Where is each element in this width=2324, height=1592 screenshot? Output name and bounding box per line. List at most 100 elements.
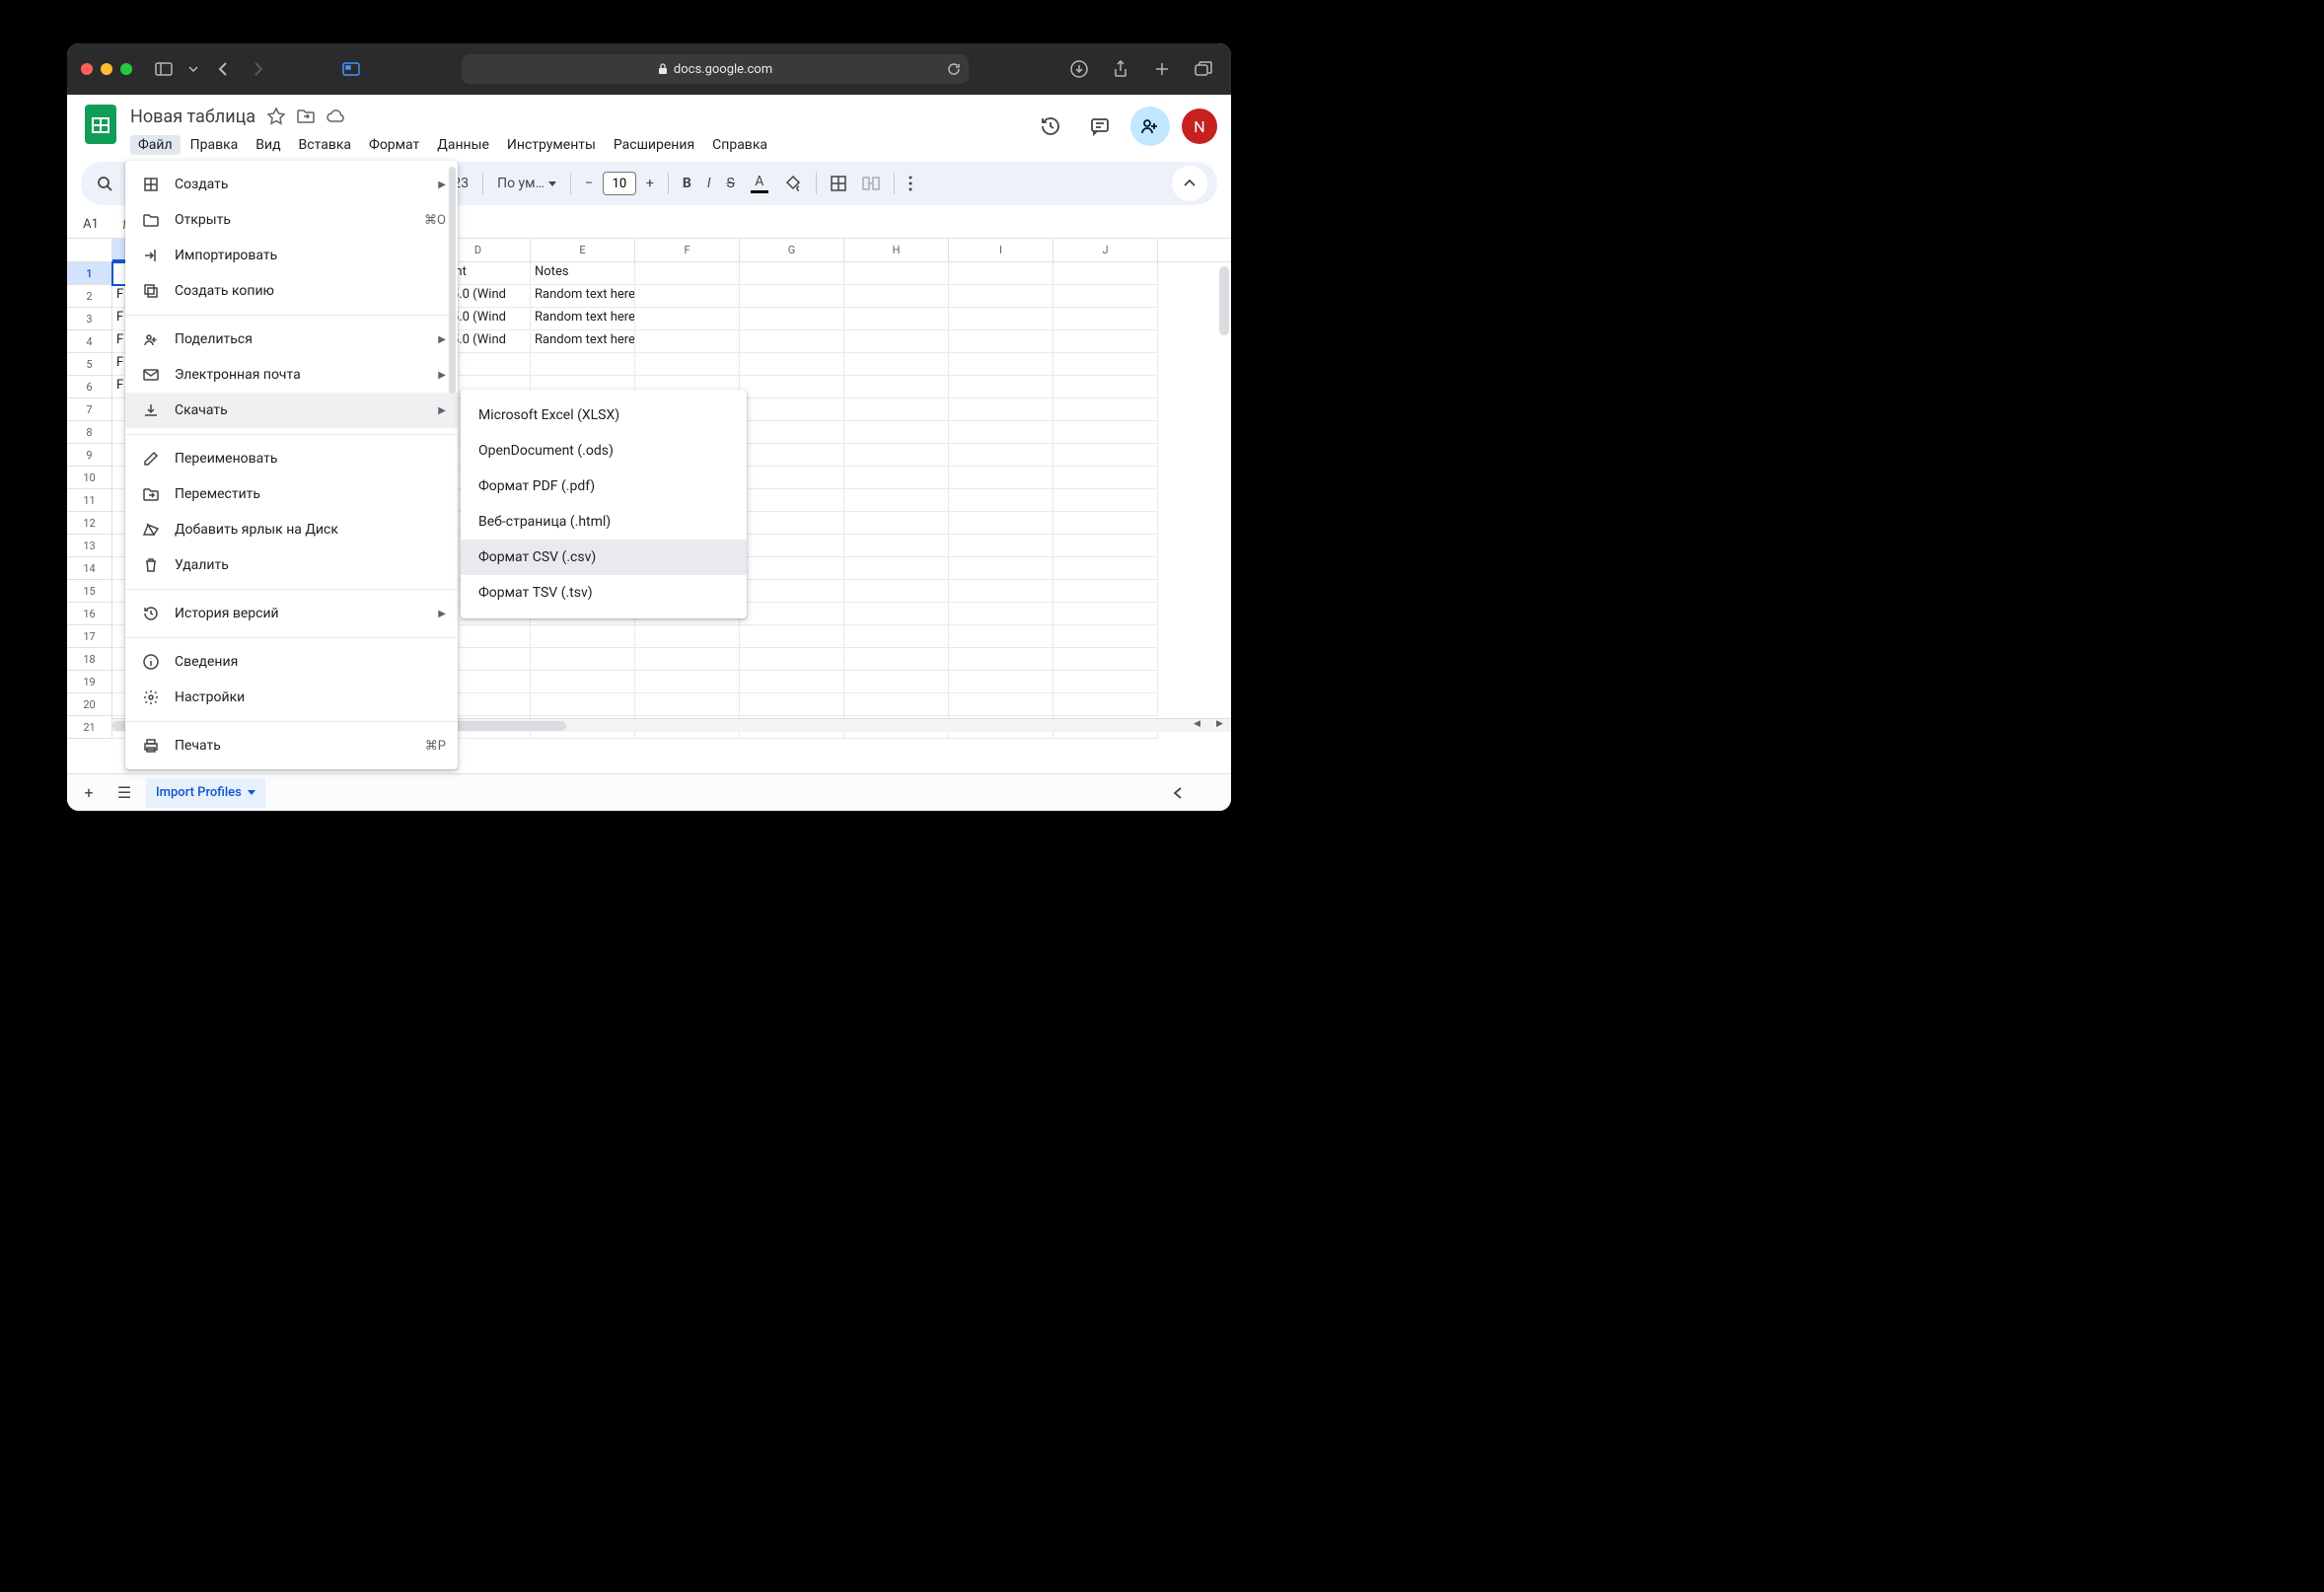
share-button[interactable] — [1107, 55, 1134, 83]
grid-cell[interactable] — [949, 580, 1053, 603]
grid-cell[interactable] — [635, 285, 740, 308]
grid-cell[interactable] — [949, 693, 1053, 716]
menu-help[interactable]: Справка — [704, 135, 775, 155]
row-header[interactable]: 12 — [67, 512, 112, 535]
decrease-font-button[interactable]: − — [579, 172, 599, 195]
cloud-status-icon[interactable] — [327, 109, 346, 123]
grid-cell[interactable] — [844, 353, 949, 376]
grid-cell[interactable] — [1053, 625, 1158, 648]
grid-cell[interactable] — [1053, 398, 1158, 421]
grid-cell[interactable] — [740, 671, 844, 693]
grid-cell[interactable] — [635, 262, 740, 285]
grid-cell[interactable] — [949, 353, 1053, 376]
grid-cell[interactable] — [1053, 648, 1158, 671]
row-header[interactable]: 21 — [67, 716, 112, 739]
menu-view[interactable]: Вид — [248, 135, 288, 155]
row-header[interactable]: 15 — [67, 580, 112, 603]
menu-item-add-shortcut[interactable]: Добавить ярлык на Диск — [125, 512, 458, 547]
column-header[interactable]: G — [740, 239, 844, 261]
grid-cell[interactable] — [844, 557, 949, 580]
account-avatar[interactable]: N — [1182, 109, 1217, 144]
grid-cell[interactable] — [949, 648, 1053, 671]
row-header[interactable]: 3 — [67, 308, 112, 330]
grid-cell[interactable] — [740, 557, 844, 580]
grid-cell[interactable] — [949, 671, 1053, 693]
grid-cell[interactable] — [635, 648, 740, 671]
grid-cell[interactable] — [1053, 308, 1158, 330]
grid-cell[interactable]: Random text here 2 — [531, 308, 635, 330]
more-button[interactable] — [903, 172, 918, 195]
grid-cell[interactable] — [949, 489, 1053, 512]
grid-cell[interactable] — [1053, 444, 1158, 467]
grid-cell[interactable] — [740, 625, 844, 648]
grid-cell[interactable] — [1053, 376, 1158, 398]
grid-cell[interactable] — [740, 467, 844, 489]
grid-cell[interactable] — [949, 308, 1053, 330]
document-title[interactable]: Новая таблица — [130, 107, 255, 127]
row-header[interactable]: 9 — [67, 444, 112, 467]
menu-item-import[interactable]: Импортировать — [125, 238, 458, 273]
reload-button[interactable] — [947, 62, 961, 76]
grid-cell[interactable] — [1053, 353, 1158, 376]
grid-cell[interactable] — [844, 308, 949, 330]
grid-cell[interactable] — [1053, 671, 1158, 693]
row-header[interactable]: 1 — [67, 262, 112, 285]
italic-button[interactable]: I — [701, 172, 717, 195]
menu-item-make-copy[interactable]: Создать копию — [125, 273, 458, 309]
grid-cell[interactable] — [844, 262, 949, 285]
grid-cell[interactable] — [740, 330, 844, 353]
font-size-input[interactable] — [603, 172, 636, 195]
grid-cell[interactable] — [1053, 603, 1158, 625]
grid-cell[interactable] — [949, 376, 1053, 398]
merge-cells-button[interactable] — [856, 173, 886, 194]
menu-item-share[interactable]: Поделиться ▶ — [125, 322, 458, 357]
grid-cell[interactable] — [740, 580, 844, 603]
grid-cell[interactable] — [844, 535, 949, 557]
grid-cell[interactable] — [949, 603, 1053, 625]
submenu-item-ods[interactable]: OpenDocument (.ods) — [461, 433, 747, 469]
fill-color-button[interactable] — [778, 171, 808, 196]
grid-cell[interactable] — [949, 512, 1053, 535]
column-header[interactable]: J — [1053, 239, 1158, 261]
row-header[interactable]: 17 — [67, 625, 112, 648]
borders-button[interactable] — [825, 172, 852, 195]
grid-cell[interactable] — [844, 285, 949, 308]
sheet-tab[interactable]: Import Profiles — [146, 778, 265, 808]
grid-cell[interactable] — [844, 693, 949, 716]
increase-font-button[interactable]: + — [640, 172, 660, 195]
grid-cell[interactable]: Random text here 3 — [531, 330, 635, 353]
grid-cell[interactable] — [949, 557, 1053, 580]
grid-cell[interactable] — [844, 467, 949, 489]
menu-item-print[interactable]: Печать ⌘P — [125, 728, 458, 763]
grid-cell[interactable] — [949, 262, 1053, 285]
grid-cell[interactable] — [740, 285, 844, 308]
grid-cell[interactable] — [949, 330, 1053, 353]
menu-item-delete[interactable]: Удалить — [125, 547, 458, 583]
row-header[interactable]: 20 — [67, 693, 112, 716]
back-button[interactable] — [209, 55, 237, 83]
minimize-window-button[interactable] — [101, 63, 112, 75]
grid-cell[interactable] — [1053, 580, 1158, 603]
grid-cell[interactable] — [740, 421, 844, 444]
grid-cell[interactable] — [949, 625, 1053, 648]
grid-cell[interactable] — [1053, 489, 1158, 512]
column-header[interactable]: I — [949, 239, 1053, 261]
search-menus-button[interactable] — [91, 172, 118, 195]
grid-cell[interactable] — [1053, 285, 1158, 308]
menu-edit[interactable]: Правка — [182, 135, 247, 155]
grid-cell[interactable] — [844, 512, 949, 535]
row-header[interactable]: 4 — [67, 330, 112, 353]
grid-cell[interactable] — [844, 489, 949, 512]
menu-item-open[interactable]: Открыть ⌘O — [125, 202, 458, 238]
row-header[interactable]: 18 — [67, 648, 112, 671]
grid-cell[interactable] — [740, 512, 844, 535]
grid-cell[interactable] — [740, 648, 844, 671]
grid-cell[interactable] — [844, 603, 949, 625]
close-window-button[interactable] — [81, 63, 93, 75]
column-header[interactable]: F — [635, 239, 740, 261]
grid-cell[interactable] — [949, 421, 1053, 444]
tabs-overview-button[interactable] — [1190, 55, 1217, 83]
strikethrough-button[interactable]: S — [721, 172, 741, 195]
bold-button[interactable]: B — [677, 172, 697, 195]
font-selector[interactable]: По ум… — [491, 172, 562, 195]
